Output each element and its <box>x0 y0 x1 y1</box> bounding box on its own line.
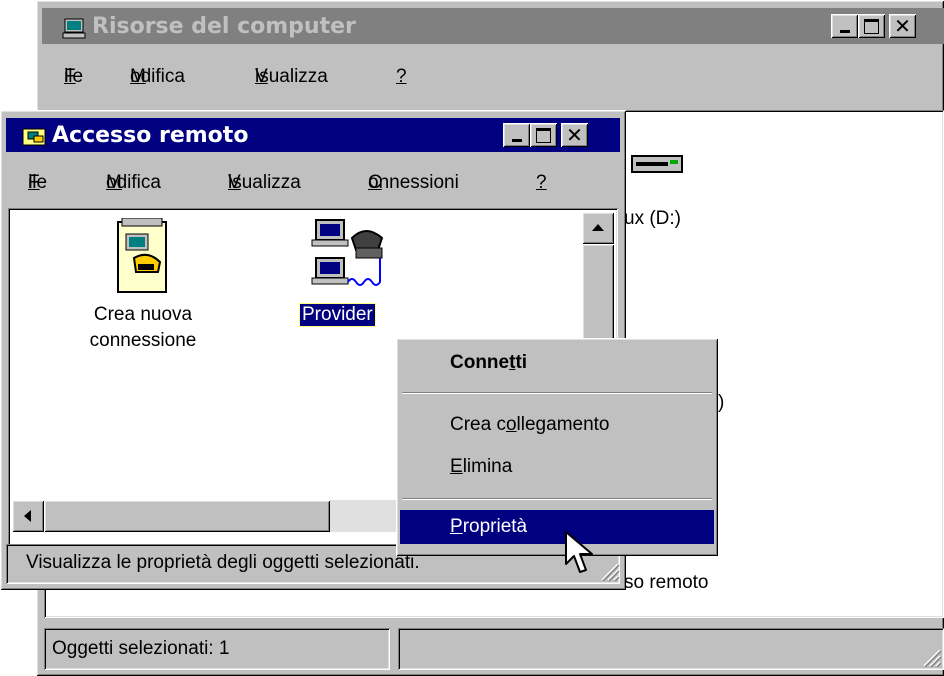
menu-modifica[interactable]: Modifica <box>130 66 185 88</box>
menu-separator <box>402 392 712 394</box>
drive-d-label[interactable]: ux (D:) <box>624 208 681 230</box>
provider-label[interactable]: Provider <box>299 303 376 327</box>
menu-visualizza[interactable]: Visualizza <box>228 172 301 194</box>
minimize-icon <box>511 138 522 142</box>
front-status-text: Visualizza le proprietà degli oggetti se… <box>26 552 420 573</box>
menu-item-delete[interactable]: Elimina <box>400 450 714 484</box>
drive-3-label[interactable]: ) <box>718 392 724 414</box>
menu-help[interactable]: ? <box>396 66 407 88</box>
minimize-button[interactable] <box>503 123 530 147</box>
close-icon: ✕ <box>566 123 583 147</box>
menu-file[interactable]: File <box>64 66 83 88</box>
scroll-thumb[interactable] <box>582 244 614 340</box>
arrow-left-icon <box>24 510 31 522</box>
front-window-menubar: File Modifica Visualizza Connessioni ? <box>6 172 606 202</box>
context-menu: Connetti Crea collegamento Elimina Propr… <box>396 338 718 556</box>
menu-item-create-shortcut[interactable]: Crea collegamento <box>400 408 714 442</box>
back-status-pane: Oggetti selezionati: 1 <box>44 628 390 670</box>
maximize-icon <box>536 127 551 143</box>
back-status-text: Oggetti selezionati: 1 <box>52 638 230 659</box>
menu-item-properties[interactable]: Proprietà <box>400 510 714 544</box>
back-window-title: Risorse del computer <box>92 14 356 39</box>
scroll-up-button[interactable] <box>582 212 614 244</box>
menu-visualizza[interactable]: Visualizza <box>255 66 328 88</box>
arrow-up-icon <box>592 224 604 231</box>
maximize-button[interactable] <box>530 123 557 147</box>
maximize-icon <box>864 18 879 34</box>
computer-icon <box>62 18 86 39</box>
resize-grip-icon[interactable] <box>598 560 620 582</box>
menu-modifica[interactable]: Modifica <box>106 172 161 194</box>
maximize-button[interactable] <box>858 14 885 38</box>
new-connection-icon[interactable] <box>112 218 172 296</box>
provider-connection-icon[interactable] <box>308 218 390 292</box>
scroll-left-button[interactable] <box>12 500 44 532</box>
menu-file[interactable]: File <box>28 172 47 194</box>
back-window-menubar: File Modifica Visualizza ? <box>42 66 922 96</box>
mouse-cursor-icon <box>565 531 593 573</box>
minimize-button[interactable] <box>831 14 858 38</box>
close-icon: ✕ <box>894 14 911 38</box>
back-window-titlebar[interactable]: Risorse del computer ✕ <box>42 8 944 44</box>
scroll-thumb-horizontal[interactable] <box>44 500 330 532</box>
new-connection-label-2[interactable]: connessione <box>68 330 218 352</box>
close-button[interactable]: ✕ <box>561 123 588 147</box>
close-button[interactable]: ✕ <box>889 14 916 38</box>
menu-item-connect[interactable]: Connetti <box>400 346 714 380</box>
resize-grip-icon[interactable] <box>920 646 942 668</box>
menu-separator <box>402 498 712 500</box>
remote-access-label[interactable]: so remoto <box>624 572 708 594</box>
front-window-title: Accesso remoto <box>52 123 249 148</box>
menu-help[interactable]: ? <box>536 172 547 194</box>
front-window-titlebar[interactable]: Accesso remoto ✕ <box>6 118 620 152</box>
new-connection-label-1[interactable]: Crea nuova <box>78 304 208 326</box>
minimize-icon <box>839 29 850 33</box>
drive-icon <box>631 155 683 173</box>
back-status-pane-2 <box>398 628 944 670</box>
dialup-folder-icon <box>22 128 46 146</box>
menu-connessioni[interactable]: Connessioni <box>368 172 459 194</box>
